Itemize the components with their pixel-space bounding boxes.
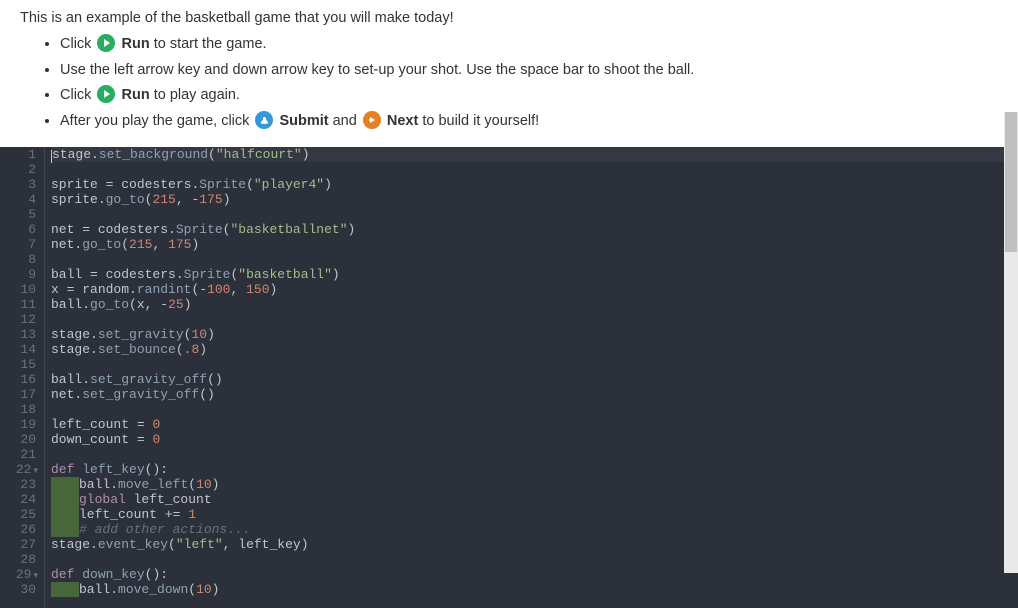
line-number: 6: [0, 222, 36, 237]
code-editor[interactable]: 1234567891011121314151617181920212223242…: [0, 147, 1018, 608]
scrollbar-thumb[interactable]: [1005, 112, 1017, 252]
code-line[interactable]: stage.set_gravity(10): [51, 327, 1018, 342]
code-line[interactable]: left_count = 0: [51, 417, 1018, 432]
code-line[interactable]: # add other actions...: [51, 522, 1018, 537]
line-number: 16: [0, 372, 36, 387]
line-number: 15: [0, 357, 36, 372]
line-number: 2: [0, 162, 36, 177]
line-number: 18: [0, 402, 36, 417]
instruction-item: After you play the game, click Submit an…: [60, 111, 998, 133]
code-line[interactable]: sprite.go_to(215, -175): [51, 192, 1018, 207]
line-number: 30: [0, 582, 36, 597]
instruction-item: Click Run to start the game.: [60, 34, 998, 56]
code-line[interactable]: ball.go_to(x, -25): [51, 297, 1018, 312]
code-line[interactable]: def left_key():: [51, 462, 1018, 477]
code-area[interactable]: stage.set_background("halfcourt")sprite …: [44, 147, 1018, 608]
line-number: 5: [0, 207, 36, 222]
code-line[interactable]: net.set_gravity_off(): [51, 387, 1018, 402]
line-number: 19: [0, 417, 36, 432]
code-line[interactable]: [51, 252, 1018, 267]
line-number: 17: [0, 387, 36, 402]
code-line[interactable]: [51, 552, 1018, 567]
code-line[interactable]: ball.set_gravity_off(): [51, 372, 1018, 387]
line-number: 22: [0, 462, 36, 477]
code-line[interactable]: net = codesters.Sprite("basketballnet"): [51, 222, 1018, 237]
instruction-item: Use the left arrow key and down arrow ke…: [60, 60, 998, 82]
instructions-panel: This is an example of the basketball gam…: [0, 0, 1018, 147]
line-number: 3: [0, 177, 36, 192]
line-number: 28: [0, 552, 36, 567]
code-line[interactable]: stage.set_background("halfcourt"): [51, 147, 1018, 162]
code-line[interactable]: [51, 312, 1018, 327]
line-number: 24: [0, 492, 36, 507]
submit-icon: [255, 111, 273, 129]
intro-text: This is an example of the basketball gam…: [20, 8, 998, 30]
line-number: 8: [0, 252, 36, 267]
line-number: 23: [0, 477, 36, 492]
line-number: 12: [0, 312, 36, 327]
code-line[interactable]: [51, 447, 1018, 462]
code-line[interactable]: [51, 402, 1018, 417]
code-line[interactable]: ball = codesters.Sprite("basketball"): [51, 267, 1018, 282]
line-number: 9: [0, 267, 36, 282]
line-number: 14: [0, 342, 36, 357]
line-gutter: 1234567891011121314151617181920212223242…: [0, 147, 44, 608]
line-number: 21: [0, 447, 36, 462]
code-line[interactable]: stage.event_key("left", left_key): [51, 537, 1018, 552]
code-line[interactable]: x = random.randint(-100, 150): [51, 282, 1018, 297]
code-line[interactable]: [51, 207, 1018, 222]
instruction-list: Click Run to start the game. Use the lef…: [20, 34, 998, 133]
code-line[interactable]: left_count += 1: [51, 507, 1018, 522]
line-number: 29: [0, 567, 36, 582]
line-number: 13: [0, 327, 36, 342]
run-icon: [97, 34, 115, 52]
line-number: 26: [0, 522, 36, 537]
code-line[interactable]: down_count = 0: [51, 432, 1018, 447]
line-number: 4: [0, 192, 36, 207]
code-line[interactable]: stage.set_bounce(.8): [51, 342, 1018, 357]
code-line[interactable]: sprite = codesters.Sprite("player4"): [51, 177, 1018, 192]
code-line[interactable]: ball.move_down(10): [51, 582, 1018, 597]
code-line[interactable]: ball.move_left(10): [51, 477, 1018, 492]
run-icon: [97, 85, 115, 103]
code-line[interactable]: global left_count: [51, 492, 1018, 507]
line-number: 27: [0, 537, 36, 552]
instruction-item: Click Run to play again.: [60, 85, 998, 107]
line-number: 11: [0, 297, 36, 312]
code-line[interactable]: [51, 162, 1018, 177]
line-number: 1: [0, 147, 36, 162]
code-line[interactable]: net.go_to(215, 175): [51, 237, 1018, 252]
code-line[interactable]: [51, 357, 1018, 372]
line-number: 20: [0, 432, 36, 447]
line-number: 7: [0, 237, 36, 252]
code-line[interactable]: def down_key():: [51, 567, 1018, 582]
line-number: 25: [0, 507, 36, 522]
vertical-scrollbar[interactable]: [1004, 112, 1018, 573]
next-icon: [363, 111, 381, 129]
line-number: 10: [0, 282, 36, 297]
